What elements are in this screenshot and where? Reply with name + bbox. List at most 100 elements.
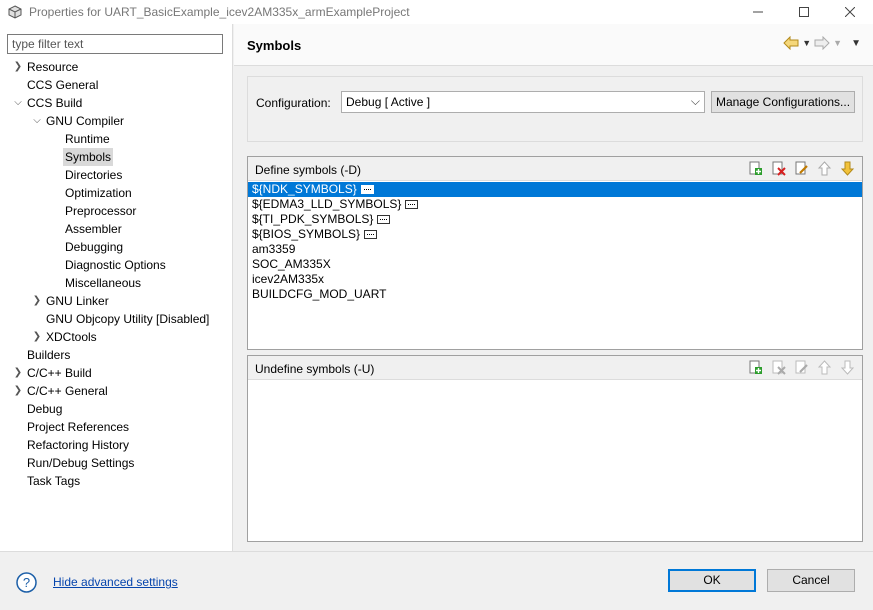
forward-dropdown-icon[interactable]: ▼	[833, 38, 842, 48]
tree-item-label: Debugging	[65, 240, 124, 254]
tree-item[interactable]: Symbols	[49, 148, 114, 166]
symbol-text: BUILDCFG_MOD_UART	[252, 287, 387, 301]
delete-button[interactable]	[770, 160, 787, 177]
chevron-right-icon[interactable]: ❯	[30, 328, 44, 346]
chevron-right-icon[interactable]: ❯	[11, 382, 25, 400]
tree-item-label: GNU Compiler	[46, 114, 125, 128]
tree-item[interactable]: Project References	[11, 418, 131, 436]
list-item[interactable]: ${EDMA3_LLD_SYMBOLS}	[248, 197, 862, 212]
list-item[interactable]: SOC_AM335X	[248, 257, 862, 272]
define-symbols-list[interactable]: ${NDK_SYMBOLS} ${EDMA3_LLD_SYMBOLS} ${TI_P…	[248, 182, 862, 302]
view-menu-icon[interactable]: ▼	[851, 38, 861, 49]
filter-input[interactable]	[7, 34, 223, 54]
chevron-right-icon[interactable]: ❯	[11, 58, 25, 76]
chevron-down-icon[interactable]: ⌵	[30, 112, 44, 130]
tree-item[interactable]: ❯ C/C++ Build	[11, 364, 94, 382]
edit-icon	[795, 360, 808, 374]
chevron-right-icon[interactable]: ❯	[11, 364, 25, 382]
edit-button[interactable]	[793, 160, 810, 177]
tree-item[interactable]: ❯ C/C++ General	[11, 382, 110, 400]
chevron-right-icon[interactable]: ❯	[30, 292, 44, 310]
tree-item[interactable]: Run/Debug Settings	[11, 454, 136, 472]
tree-item-label: Resource	[27, 60, 79, 74]
app-icon	[8, 5, 22, 19]
page-title: Symbols	[247, 38, 302, 53]
move-up-icon	[817, 161, 832, 176]
move-up-button[interactable]	[816, 160, 833, 177]
tree-item-label: Preprocessor	[65, 204, 137, 218]
tree-item[interactable]: Debugging	[49, 238, 125, 256]
tree-item[interactable]: ❯ Resource	[11, 58, 80, 76]
edit-button[interactable]	[793, 359, 810, 376]
list-item[interactable]: ${TI_PDK_SYMBOLS}	[248, 212, 862, 227]
forward-arrow-icon[interactable]	[814, 36, 830, 50]
tree-item[interactable]: Task Tags	[11, 472, 82, 490]
add-button[interactable]	[747, 359, 764, 376]
back-arrow-icon[interactable]	[783, 36, 799, 50]
back-dropdown-icon[interactable]: ▼	[802, 38, 811, 48]
tree-item[interactable]: Diagnostic Options	[49, 256, 168, 274]
tree-item-label: Directories	[65, 168, 123, 182]
list-item[interactable]: BUILDCFG_MOD_UART	[248, 287, 862, 302]
undefine-symbols-header: Undefine symbols (-U)	[248, 356, 862, 380]
move-down-button[interactable]	[839, 160, 856, 177]
tree-item[interactable]: Runtime	[49, 130, 112, 148]
tree-item[interactable]: Refactoring History	[11, 436, 131, 454]
page-header: Symbols ▼ ▼ ▼	[234, 24, 873, 66]
move-down-icon	[840, 161, 855, 176]
tree-item-label: CCS Build	[27, 96, 83, 110]
move-up-button[interactable]	[816, 359, 833, 376]
tree-item-label: Debug	[27, 402, 63, 416]
tree-item-label: Miscellaneous	[65, 276, 142, 290]
hide-advanced-settings-link[interactable]: Hide advanced settings	[53, 575, 178, 589]
chevron-down-icon[interactable]: ⌵	[11, 94, 25, 112]
tree-item[interactable]: Assembler	[49, 220, 124, 238]
tree-item[interactable]: Directories	[49, 166, 124, 184]
tree-item-label: C/C++ Build	[27, 366, 92, 380]
tree-item-label: Assembler	[65, 222, 122, 236]
tree-item[interactable]: Miscellaneous	[49, 274, 143, 292]
chevron-down-icon: ⌵	[690, 94, 700, 108]
tree-item[interactable]: Builders	[11, 346, 72, 364]
help-icon[interactable]: ?	[16, 572, 37, 593]
svg-text:?: ?	[23, 575, 30, 590]
tree-item[interactable]: ⌵ CCS Build	[11, 94, 84, 112]
tree-item[interactable]: Debug	[11, 400, 64, 418]
tree-item[interactable]: Optimization	[49, 184, 134, 202]
tree-item[interactable]: GNU Objcopy Utility [Disabled]	[30, 310, 211, 328]
close-icon	[845, 7, 855, 17]
undefine-symbols-group: Undefine symbols (-U)	[247, 355, 863, 542]
manage-configurations-button[interactable]: Manage Configurations...	[711, 91, 855, 113]
tree-item[interactable]: ⌵ GNU Compiler	[30, 112, 126, 130]
minimize-button[interactable]	[735, 0, 781, 24]
delete-icon	[772, 161, 786, 176]
configuration-select[interactable]: Debug [ Active ] ⌵	[341, 91, 705, 113]
minimize-icon	[753, 11, 763, 13]
list-item[interactable]: am3359	[248, 242, 862, 257]
tree-item-label: GNU Objcopy Utility [Disabled]	[46, 312, 210, 326]
symbol-text: ${TI_PDK_SYMBOLS}	[252, 212, 374, 226]
tree-item-label: CCS General	[27, 78, 99, 92]
delete-button[interactable]	[770, 359, 787, 376]
tree-item[interactable]: Preprocessor	[49, 202, 138, 220]
list-item[interactable]: icev2AM335x	[248, 272, 862, 287]
maximize-button[interactable]	[781, 0, 827, 24]
add-button[interactable]	[747, 160, 764, 177]
symbol-text: am3359	[252, 242, 296, 256]
preference-tree-pane: ❯ResourceCCS General⌵CCS Build⌵GNU Compi…	[0, 24, 233, 551]
variable-icon	[405, 200, 419, 209]
tree-item[interactable]: ❯ GNU Linker	[30, 292, 111, 310]
configuration-group: Configuration: Debug [ Active ] ⌵ Manage…	[247, 76, 863, 142]
tree-item[interactable]: ❯ XDCtools	[30, 328, 99, 346]
cancel-button[interactable]: Cancel	[767, 569, 855, 592]
tree-item[interactable]: CCS General	[11, 76, 100, 94]
move-down-button[interactable]	[839, 359, 856, 376]
list-item[interactable]: ${NDK_SYMBOLS}	[248, 182, 862, 197]
list-item[interactable]: ${BIOS_SYMBOLS}	[248, 227, 862, 242]
tree-item-label: Refactoring History	[27, 438, 130, 452]
tree-item-label: Diagnostic Options	[65, 258, 166, 272]
ok-button[interactable]: OK	[668, 569, 756, 592]
close-button[interactable]	[827, 0, 873, 24]
move-up-icon	[817, 360, 832, 375]
tree-item-label: XDCtools	[46, 330, 97, 344]
